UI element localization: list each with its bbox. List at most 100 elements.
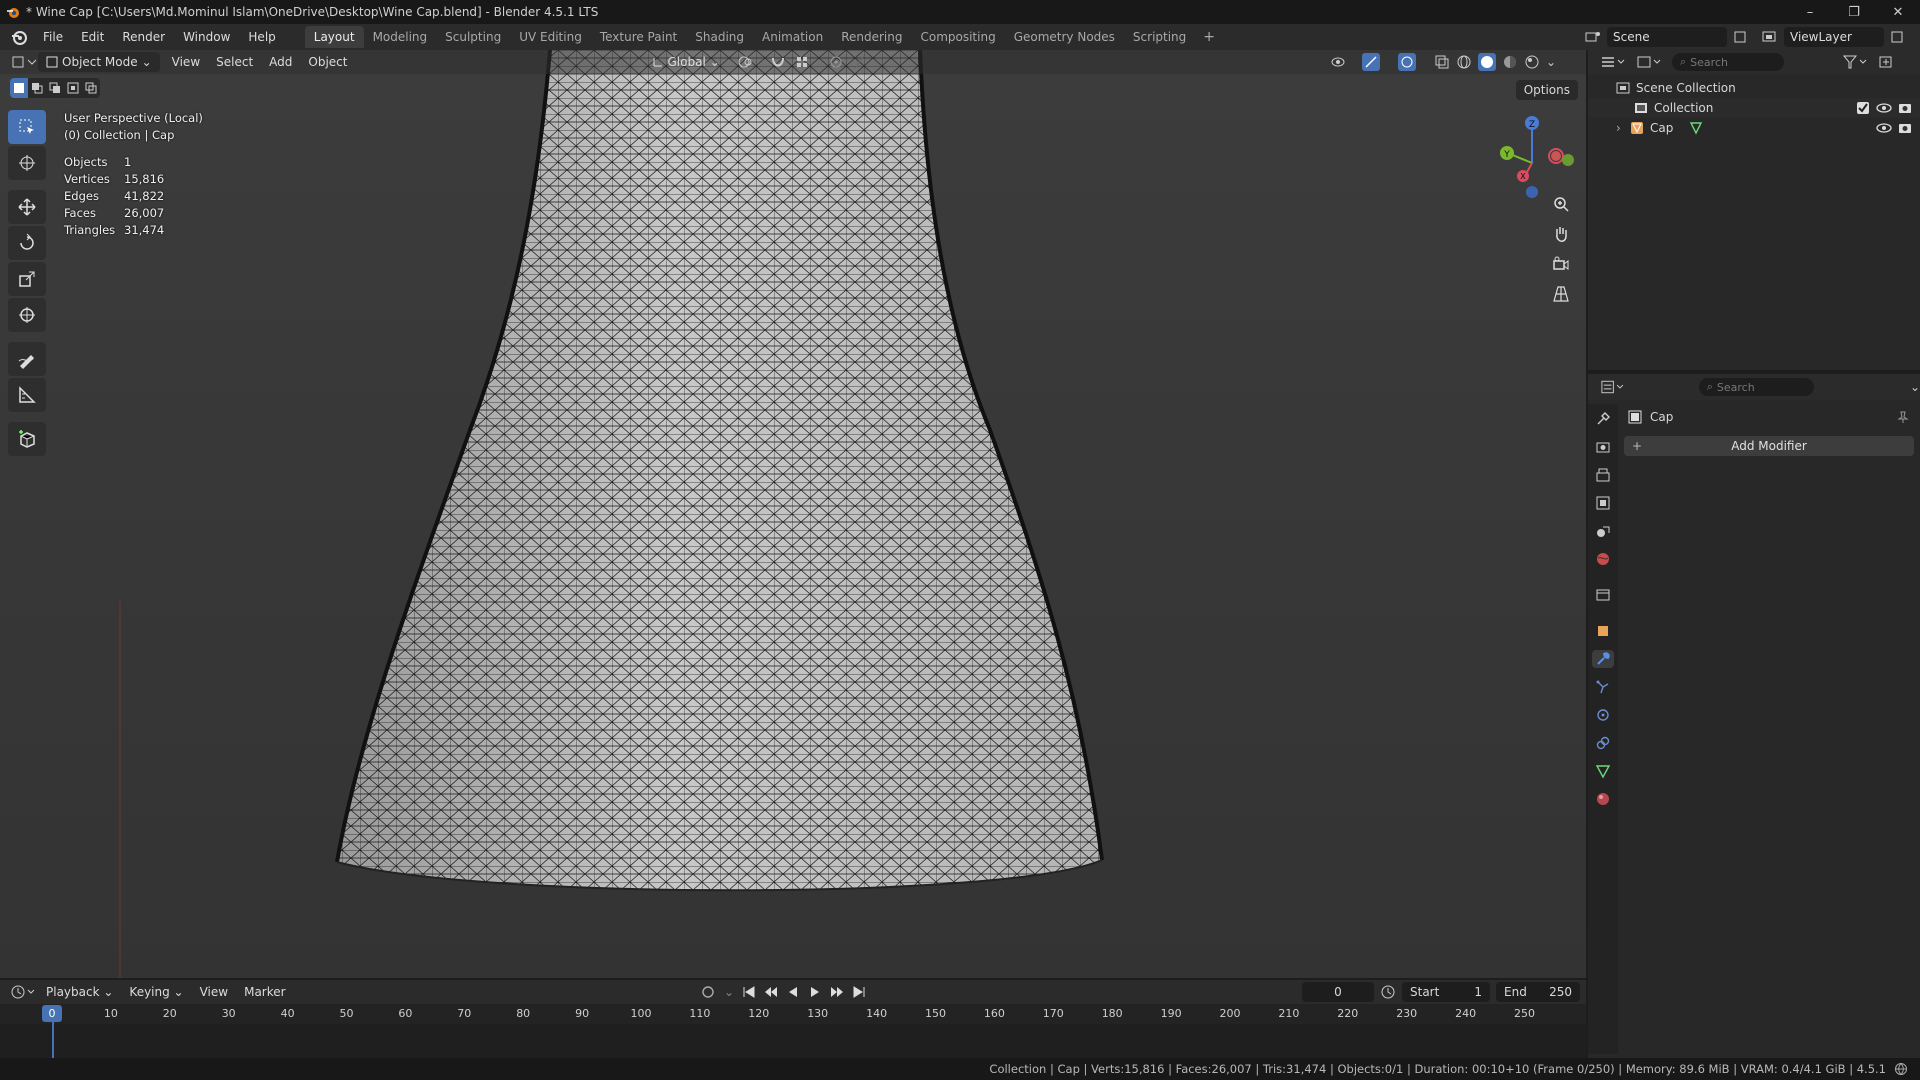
pan-hand-icon[interactable] [1548,222,1574,246]
timeline-menu-keying[interactable]: Keying ⌄ [121,985,191,999]
pin-icon[interactable] [1896,410,1910,424]
proportional-editing-icon[interactable] [828,54,844,70]
options-dropdown[interactable]: Options [1515,80,1578,100]
minimize-button[interactable]: – [1788,0,1832,24]
close-button[interactable]: ✕ [1876,0,1920,24]
view-layer-tab-icon[interactable] [1592,494,1614,512]
transform-orientation[interactable]: Global ⌄ [644,52,728,72]
perspective-toggle-icon[interactable] [1548,282,1574,306]
tab-modeling[interactable]: Modeling [364,26,437,48]
outliner-search-input[interactable]: ⌕ Search [1672,53,1784,71]
timeline-menu-marker[interactable]: Marker [236,985,293,999]
preview-range-icon[interactable] [1380,984,1396,1000]
chevron-down-icon[interactable]: ⌄ [724,985,734,999]
object-tab-icon[interactable] [1592,622,1614,640]
tab-layout[interactable]: Layout [304,26,364,48]
outliner-row-cap[interactable]: › Cap [1588,118,1920,138]
gizmo-neg-y-axis[interactable] [1562,154,1574,166]
editor-type-icon[interactable] [8,52,38,72]
select-new-icon[interactable] [10,78,28,98]
exclude-checkbox-icon[interactable] [1856,101,1870,115]
jump-end-icon[interactable] [852,985,866,999]
viewport-menu-add[interactable]: Add [261,52,300,72]
view-layer-selector[interactable]: ViewLayer [1784,27,1884,47]
tab-scripting[interactable]: Scripting [1124,26,1195,48]
snap-target-icon[interactable] [794,54,820,70]
wireframe-shading-icon[interactable] [1456,54,1472,70]
maximize-button[interactable]: ❐ [1832,0,1876,24]
scene-tab-icon[interactable] [1592,522,1614,540]
properties-search-input[interactable]: ⌕ Search [1698,378,1814,396]
filter-icon[interactable] [1842,54,1870,70]
outliner-row-collection[interactable]: Collection [1588,98,1920,118]
zoom-icon[interactable] [1548,192,1574,216]
xray-toggle-icon[interactable] [1434,54,1450,70]
menu-file[interactable]: File [34,26,72,48]
viewport-menu-select[interactable]: Select [208,52,261,72]
tab-animation[interactable]: Animation [753,26,832,48]
timeline-track[interactable] [0,1024,1586,1058]
viewport-scene[interactable] [0,50,1586,978]
tab-shading[interactable]: Shading [686,26,753,48]
falloff-icon[interactable] [852,54,868,70]
move-tool-icon[interactable] [8,190,46,224]
constraints-tab-icon[interactable] [1592,734,1614,752]
jump-start-icon[interactable] [742,985,756,999]
material-tab-icon[interactable] [1592,790,1614,808]
view-layer-icon[interactable] [1762,30,1778,44]
gizmo-toggle-icon[interactable] [1362,53,1392,71]
new-view-layer-icon[interactable] [1890,30,1904,44]
select-intersect-icon[interactable] [82,78,100,98]
tab-texture-paint[interactable]: Texture Paint [591,26,686,48]
auto-keying-icon[interactable] [700,984,716,1000]
scale-tool-icon[interactable] [8,262,46,296]
data-tab-icon[interactable] [1592,762,1614,780]
mesh-data-icon[interactable] [1689,121,1703,135]
select-box-tool-icon[interactable] [8,110,46,144]
play-reverse-icon[interactable] [786,985,800,999]
tab-sculpting[interactable]: Sculpting [436,26,510,48]
modifier-tab-icon[interactable] [1592,650,1614,668]
blender-menu-icon[interactable] [10,28,28,46]
pivot-point-icon[interactable] [736,54,762,70]
snap-icon[interactable] [770,54,786,70]
select-extend-icon[interactable] [28,78,46,98]
end-frame-field[interactable]: End 250 [1496,982,1580,1002]
properties-editor-type-icon[interactable] [1600,379,1627,395]
rotate-tool-icon[interactable] [8,226,46,260]
add-modifier-button[interactable]: + Add Modifier [1624,436,1914,456]
gizmo-neg-z-axis[interactable] [1526,186,1538,198]
particles-tab-icon[interactable] [1592,678,1614,696]
3d-viewport[interactable]: Object Mode ⌄ View Select Add Object Glo… [0,50,1586,978]
visibility-eye-icon[interactable] [1876,101,1892,115]
material-shading-icon[interactable] [1502,54,1518,70]
timeline-menu-playback[interactable]: Playback ⌄ [38,985,121,999]
display-mode-icon[interactable] [1636,54,1664,70]
output-tab-icon[interactable] [1592,466,1614,484]
new-collection-icon[interactable] [1878,54,1894,70]
outliner-editor-type-icon[interactable] [1600,54,1628,70]
collection-tab-icon[interactable] [1592,586,1614,604]
rendered-shading-icon[interactable] [1524,54,1540,70]
mode-selector[interactable]: Object Mode ⌄ [38,52,160,72]
physics-tab-icon[interactable] [1592,706,1614,724]
expand-arrow-icon[interactable]: › [1616,121,1630,135]
start-frame-field[interactable]: Start 1 [1402,982,1490,1002]
menu-help[interactable]: Help [239,26,284,48]
outliner-row-scene-collection[interactable]: Scene Collection [1588,78,1920,98]
timeline-menu-view[interactable]: View [192,985,236,999]
render-tab-icon[interactable] [1592,438,1614,456]
render-camera-icon[interactable] [1898,101,1912,115]
timeline-ruler[interactable]: 10 20 30 40 50 60 70 80 90 100 110 120 130 140 150 160 1… [0,1004,1586,1024]
jump-keyframe-back-icon[interactable] [764,985,778,999]
tool-settings-tab-icon[interactable] [1592,410,1614,428]
add-workspace-icon[interactable]: + [1195,29,1223,45]
jump-keyframe-forward-icon[interactable] [830,985,844,999]
visibility-filter-icon[interactable] [1330,54,1356,70]
visibility-eye-icon[interactable] [1876,121,1892,135]
world-tab-icon[interactable] [1592,550,1614,568]
chevron-down-icon[interactable]: ⌄ [1910,380,1920,394]
tab-uv-editing[interactable]: UV Editing [510,26,591,48]
menu-window[interactable]: Window [174,26,239,48]
tab-compositing[interactable]: Compositing [911,26,1004,48]
